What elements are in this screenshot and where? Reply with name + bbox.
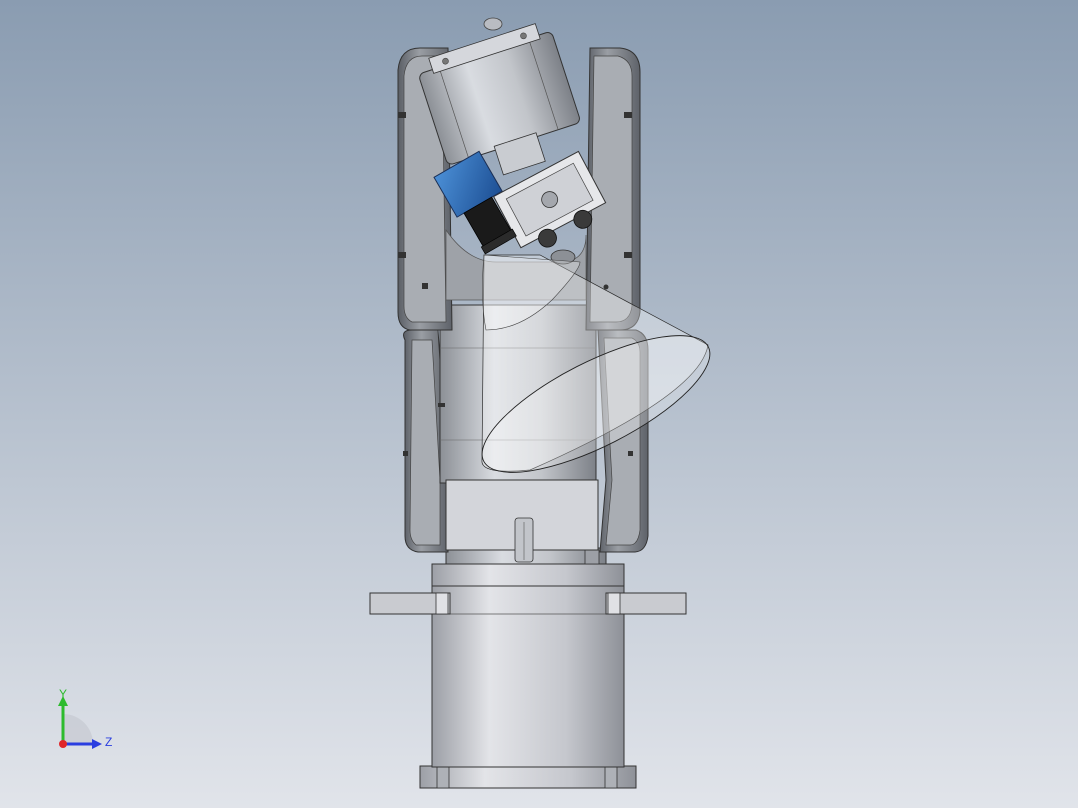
- wrist-cap: [483, 17, 503, 31]
- y-axis-label: Y: [59, 687, 67, 701]
- cad-graphics-viewport[interactable]: Y Z: [0, 0, 1078, 808]
- robot-model-scene[interactable]: [0, 0, 1078, 808]
- coordinate-triad-icon: Y Z: [58, 687, 112, 749]
- z-axis-label: Z: [105, 735, 112, 749]
- x-axis-icon: [59, 740, 67, 748]
